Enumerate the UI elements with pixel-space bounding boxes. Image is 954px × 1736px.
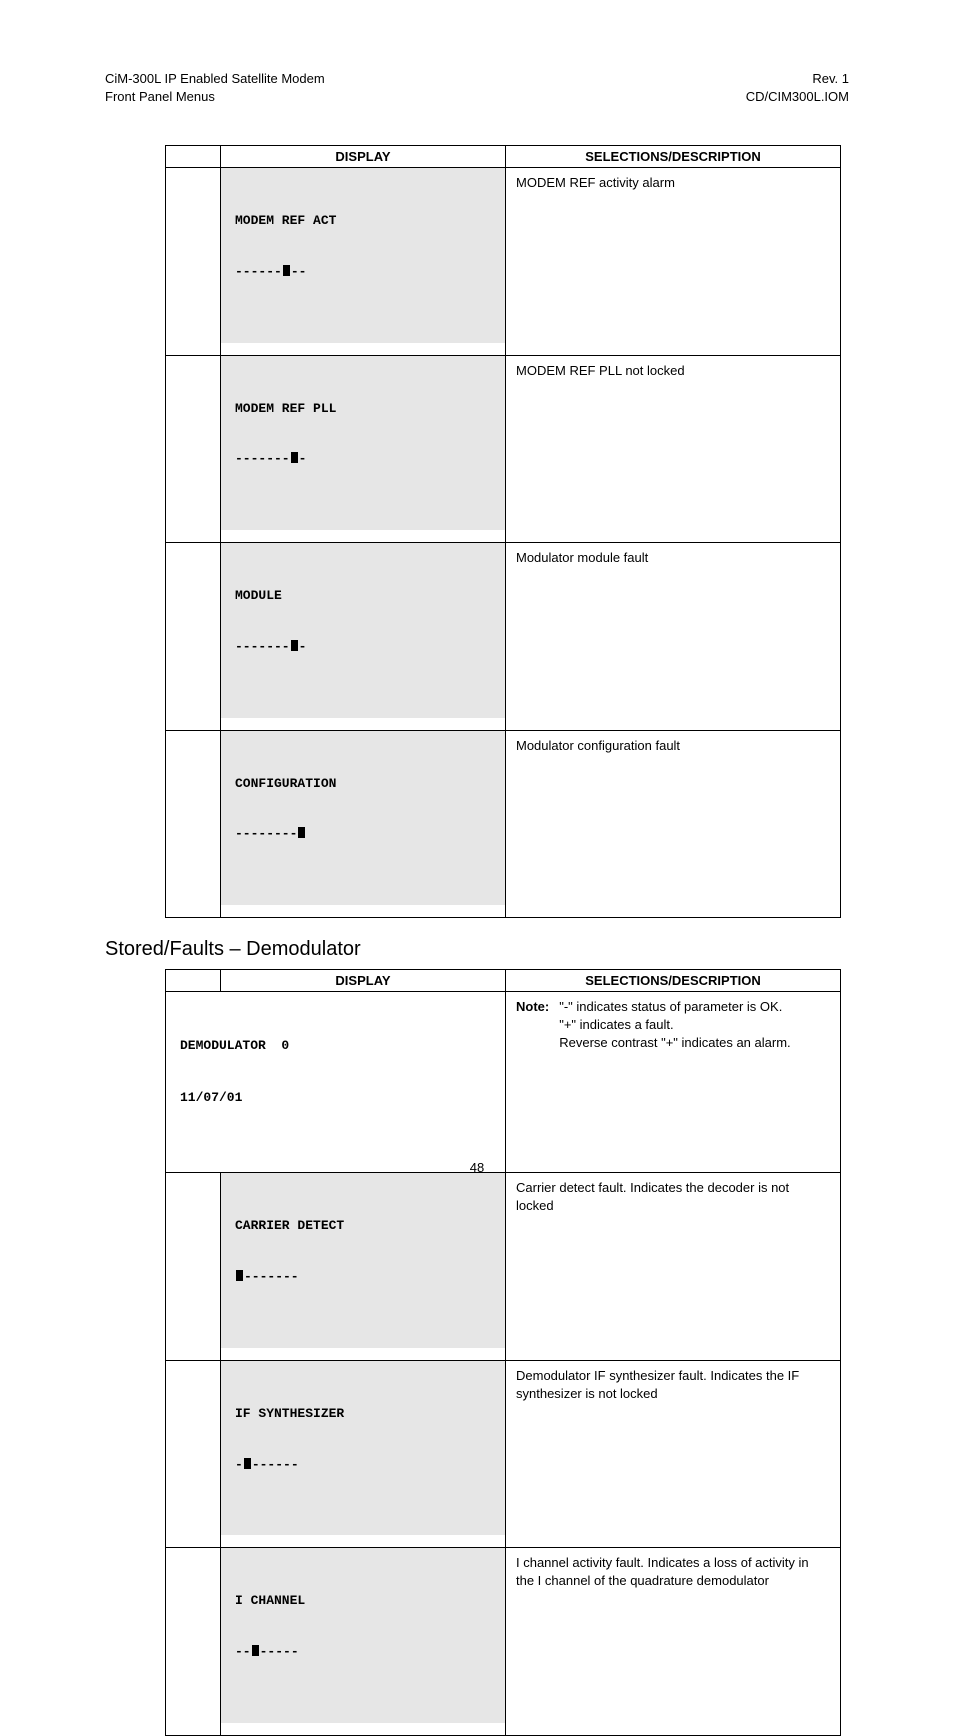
col-desc-header: SELECTIONS/DESCRIPTION [506,146,841,168]
indent-cell [166,355,221,542]
display-cell: CONFIGURATION -------- [221,730,506,917]
cursor-icon [291,640,298,651]
header-left-1: CiM-300L IP Enabled Satellite Modem [105,70,325,88]
display-line-1: MODULE [235,588,491,604]
col-desc-header: SELECTIONS/DESCRIPTION [506,969,841,991]
indent-cell [166,1360,221,1547]
table-row: IF SYNTHESIZER ------- Demodulator IF sy… [166,1360,841,1547]
display-cell: MODEM REF ACT -------- [221,168,506,355]
desc-cell: Modulator module fault [506,543,841,730]
header-right-1: Rev. 1 [812,70,849,88]
desc-cell: MODEM REF activity alarm [506,168,841,355]
desc-cell: MODEM REF PLL not locked [506,355,841,542]
display-cell: IF SYNTHESIZER ------- [221,1360,506,1547]
display-line-2: ------- [235,1644,491,1660]
blank-header [166,969,221,991]
note-text: "-" indicates status of parameter is OK.… [559,998,830,1053]
display-line-1: MODEM REF ACT [235,213,491,229]
table-demodulator: DISPLAY SELECTIONS/DESCRIPTION DEMODULAT… [165,969,841,1736]
note-label: Note: [516,998,549,1053]
demod-header-display: DEMODULATOR 0 11/07/01 [166,991,506,1172]
table-row: CONFIGURATION -------- Modulator configu… [166,730,841,917]
table-row: DISPLAY SELECTIONS/DESCRIPTION [166,969,841,991]
table-row: DEMODULATOR 0 11/07/01 Note: "-" indicat… [166,991,841,1172]
display-line-2: ------- [235,1269,491,1285]
display-line-2: -------- [235,264,491,280]
display-line-2: -------- [235,826,491,842]
col-display-header: DISPLAY [221,969,506,991]
cursor-icon [298,827,305,838]
cursor-icon [252,1645,259,1656]
blank-header [166,146,221,168]
cursor-icon [236,1270,243,1281]
cursor-icon [283,265,290,276]
page-number: 48 [0,1160,954,1175]
display-cell: I CHANNEL ------- [221,1548,506,1735]
table-row: MODEM REF ACT -------- MODEM REF activit… [166,168,841,355]
note-cell: Note: "-" indicates status of parameter … [506,991,841,1172]
header-right-2: CD/CIM300L.IOM [746,88,849,106]
desc-cell: Carrier detect fault. Indicates the deco… [506,1173,841,1360]
cursor-icon [291,452,298,463]
header-bottom: Front Panel Menus CD/CIM300L.IOM [105,88,849,106]
display-line-1: MODEM REF PLL [235,401,491,417]
indent-cell [166,168,221,355]
indent-cell [166,543,221,730]
header-top: CiM-300L IP Enabled Satellite Modem Rev.… [105,70,849,88]
display-cell: MODEM REF PLL -------- [221,355,506,542]
table-row: I CHANNEL ------- I channel activity fau… [166,1548,841,1735]
display-line-2: ------- [235,1457,491,1473]
display-line-1: CARRIER DETECT [235,1218,491,1234]
table-row: MODEM REF PLL -------- MODEM REF PLL not… [166,355,841,542]
display-line-1: CONFIGURATION [235,776,491,792]
desc-cell: I channel activity fault. Indicates a lo… [506,1548,841,1735]
col-display-header: DISPLAY [221,146,506,168]
table-row: DISPLAY SELECTIONS/DESCRIPTION [166,146,841,168]
desc-cell: Demodulator IF synthesizer fault. Indica… [506,1360,841,1547]
display-cell: MODULE -------- [221,543,506,730]
section-title: Stored/Faults – Demodulator [105,938,849,961]
cursor-icon [244,1458,251,1469]
header-left-2: Front Panel Menus [105,88,215,106]
indent-cell [166,1173,221,1360]
desc-cell: Modulator configuration fault [506,730,841,917]
display-line-1: I CHANNEL [235,1593,491,1609]
indent-cell [166,1548,221,1735]
table-row: CARRIER DETECT ------- Carrier detect fa… [166,1173,841,1360]
display-line-2: -------- [235,451,491,467]
page: CiM-300L IP Enabled Satellite Modem Rev.… [0,0,954,1235]
table-modulator-continued: DISPLAY SELECTIONS/DESCRIPTION MODEM REF… [165,145,841,918]
display-line-1: IF SYNTHESIZER [235,1406,491,1422]
indent-cell [166,730,221,917]
table-row: MODULE -------- Modulator module fault [166,543,841,730]
display-line-2: -------- [235,639,491,655]
display-cell: CARRIER DETECT ------- [221,1173,506,1360]
